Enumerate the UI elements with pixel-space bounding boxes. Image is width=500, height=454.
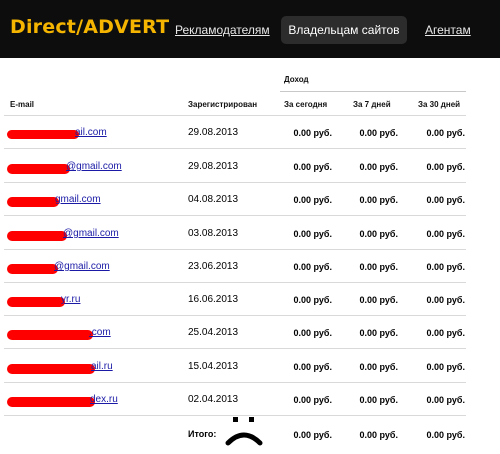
redaction-mark xyxy=(7,264,58,274)
income-days30: 0.00 руб. xyxy=(426,328,465,338)
redaction-mark xyxy=(7,330,93,340)
col-today-header: За сегодня xyxy=(284,100,328,109)
registered-date: 02.04.2013 xyxy=(188,394,239,405)
registered-date: 29.08.2013 xyxy=(188,127,239,138)
income-days30: 0.00 руб. xyxy=(426,362,465,372)
total-30days: 0.00 руб. xyxy=(426,430,465,440)
registered-date: 16.06.2013 xyxy=(188,294,239,305)
income-days30: 0.00 руб. xyxy=(426,295,465,305)
col-7days-header: За 7 дней xyxy=(353,100,391,109)
nav-site-owners-tab[interactable]: Владельцам сайтов xyxy=(281,16,407,44)
income-today: 0.00 руб. xyxy=(293,362,332,372)
income-today: 0.00 руб. xyxy=(293,195,332,205)
income-today: 0.00 руб. xyxy=(293,262,332,272)
redaction-mark xyxy=(7,364,95,374)
email-link[interactable]: .com xyxy=(89,327,111,338)
email-link[interactable]: ail.ru xyxy=(91,361,113,372)
income-today: 0.00 руб. xyxy=(293,328,332,338)
income-today: 0.00 руб. xyxy=(293,395,332,405)
registered-date: 15.04.2013 xyxy=(188,361,239,372)
registered-date: 23.06.2013 xyxy=(188,261,239,272)
email-link[interactable]: @gmail.com xyxy=(54,261,110,272)
income-group-header: Доход xyxy=(284,75,309,84)
income-today: 0.00 руб. xyxy=(293,229,332,239)
total-today: 0.00 руб. xyxy=(293,430,332,440)
registered-date: 29.08.2013 xyxy=(188,161,239,172)
row-divider xyxy=(4,182,466,183)
income-days30: 0.00 руб. xyxy=(426,195,465,205)
income-today: 0.00 руб. xyxy=(293,128,332,138)
total-label: Итого: xyxy=(188,429,217,439)
income-days7: 0.00 руб. xyxy=(359,328,398,338)
income-days30: 0.00 руб. xyxy=(426,395,465,405)
row-divider xyxy=(4,215,466,216)
nav-agents-link[interactable]: Агентам xyxy=(425,23,471,37)
income-today: 0.00 руб. xyxy=(293,162,332,172)
income-days30: 0.00 руб. xyxy=(426,229,465,239)
registered-date: 03.08.2013 xyxy=(188,228,239,239)
income-days7: 0.00 руб. xyxy=(359,128,398,138)
redaction-mark xyxy=(7,130,79,139)
group-divider xyxy=(280,91,466,92)
nav-site-owners-label: Владельцам сайтов xyxy=(288,23,400,37)
income-days7: 0.00 руб. xyxy=(359,162,398,172)
redaction-mark xyxy=(7,164,70,174)
registered-date: 25.04.2013 xyxy=(188,327,239,338)
redaction-mark xyxy=(7,297,65,307)
income-today: 0.00 руб. xyxy=(293,295,332,305)
redaction-mark xyxy=(7,397,95,407)
email-link[interactable]: yr.ru xyxy=(61,294,80,305)
email-link[interactable]: dex.ru xyxy=(90,394,118,405)
row-divider xyxy=(4,282,466,283)
brand-logo[interactable]: Direct/ADVERT xyxy=(10,16,169,38)
col-registered-header: Зарегистрирован xyxy=(188,100,258,109)
row-divider xyxy=(4,148,466,149)
email-link[interactable]: gmail.com xyxy=(55,194,101,205)
col-30days-header: За 30 дней xyxy=(418,100,461,109)
income-days7: 0.00 руб. xyxy=(359,262,398,272)
row-divider xyxy=(4,348,466,349)
row-divider xyxy=(4,315,466,316)
row-divider xyxy=(4,249,466,250)
redaction-mark xyxy=(7,231,67,241)
col-email-header: E-mail xyxy=(10,100,35,109)
registered-date: 04.08.2013 xyxy=(188,194,239,205)
top-bar: Direct/ADVERT Рекламодателям Владельцам … xyxy=(0,0,500,58)
income-days7: 0.00 руб. xyxy=(359,295,398,305)
email-link[interactable]: @gmail.com xyxy=(63,228,119,239)
income-days7: 0.00 руб. xyxy=(359,362,398,372)
income-days30: 0.00 руб. xyxy=(426,128,465,138)
income-days30: 0.00 руб. xyxy=(426,162,465,172)
nav-advertisers-link[interactable]: Рекламодателям xyxy=(175,23,270,37)
income-days7: 0.00 руб. xyxy=(359,395,398,405)
header-divider xyxy=(4,115,466,116)
income-days30: 0.00 руб. xyxy=(426,262,465,272)
email-link[interactable]: @gmail.com xyxy=(66,161,122,172)
total-7days: 0.00 руб. xyxy=(359,430,398,440)
income-days7: 0.00 руб. xyxy=(359,195,398,205)
income-days7: 0.00 руб. xyxy=(359,229,398,239)
sad-face-icon xyxy=(225,417,263,446)
row-divider xyxy=(4,382,466,383)
redaction-mark xyxy=(7,197,59,207)
email-link[interactable]: ail.com xyxy=(75,127,107,138)
